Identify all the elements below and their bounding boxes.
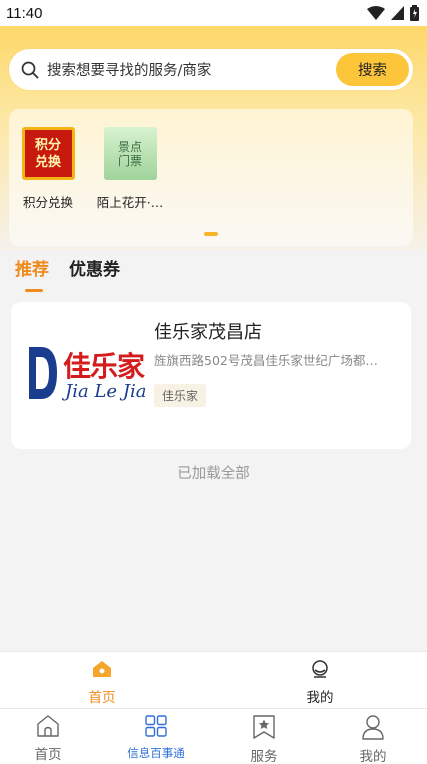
logo-text-en: Jia Le Jia — [65, 381, 145, 402]
wifi-icon — [367, 6, 385, 20]
nav2-home[interactable]: 首页 — [3, 714, 93, 763]
nav-profile[interactable]: 我的 — [280, 660, 360, 706]
nav2-info-label: 信息百事通 — [127, 746, 185, 760]
logo-text-cn: 佳乐家 — [63, 350, 145, 383]
tab-recommend[interactable]: 推荐 — [15, 255, 49, 280]
grid-icon — [145, 715, 167, 737]
nav-home[interactable]: 首页 — [62, 660, 142, 706]
search-input[interactable]: 搜索想要寻找的服务/商家 — [47, 59, 336, 80]
active-tab-indicator — [25, 289, 43, 292]
category-label: 积分兑换 — [22, 195, 73, 210]
category-item-scenic-ticket[interactable]: 景点门票 陌上花开·… — [91, 127, 169, 211]
category-label: 陌上花开·… — [96, 195, 164, 210]
points-exchange-icon: 积分兑换 — [21, 127, 75, 180]
nav2-profile[interactable]: 我的 — [328, 714, 418, 764]
merchant-tag: 佳乐家 — [154, 384, 207, 407]
search-button[interactable]: 搜索 — [336, 53, 409, 86]
bottom-nav-primary: 首页 我的 — [0, 651, 427, 708]
nav2-service-label: 服务 — [250, 749, 278, 764]
nav2-home-label: 首页 — [34, 747, 62, 763]
user-icon — [362, 715, 384, 740]
merchant-card[interactable]: 佳乐家 Jia Le Jia 佳乐家茂昌店 旌旗西路502号茂昌佳乐家世纪广场都… — [11, 302, 411, 449]
nav2-service[interactable]: 服务 — [219, 714, 309, 764]
home-outline-icon — [37, 715, 59, 737]
profile-icon — [312, 660, 328, 678]
category-card: 积分兑换 积分兑换 景点门票 陌上花开·… — [9, 109, 413, 246]
list-end-text: 已加载全部 — [177, 466, 250, 482]
nav2-profile-label: 我的 — [359, 749, 387, 764]
scenic-ticket-thumb-text: 景点门票 — [117, 139, 142, 168]
points-exchange-thumb-text: 积分兑换 — [34, 137, 61, 170]
merchant-name: 佳乐家茂昌店 — [154, 322, 262, 343]
tab-coupons[interactable]: 优惠券 — [69, 255, 120, 280]
merchant-logo: 佳乐家 Jia Le Jia — [27, 343, 145, 405]
content-tabs: 推荐 优惠券 — [15, 255, 120, 292]
home-icon — [93, 661, 111, 677]
signal-icon — [391, 6, 404, 20]
status-icons — [367, 5, 419, 21]
service-star-icon — [253, 715, 275, 739]
merchant-address: 旌旗西路502号茂昌佳乐家世纪广场都… — [154, 353, 378, 368]
status-time: 11:40 — [6, 4, 43, 22]
bottom-nav-secondary: 首页 信息百事通 服务 我的 — [0, 708, 427, 764]
status-bar: 11:40 — [0, 0, 427, 26]
scenic-ticket-icon: 景点门票 — [103, 127, 157, 180]
battery-icon — [410, 5, 419, 21]
search-icon — [21, 61, 39, 78]
nav-profile-label: 我的 — [306, 690, 334, 706]
category-item-points-exchange[interactable]: 积分兑换 积分兑换 — [9, 127, 87, 211]
search-bar[interactable]: 搜索想要寻找的服务/商家 搜索 — [9, 49, 413, 90]
nav2-info[interactable]: 信息百事通 — [111, 714, 201, 761]
nav-home-label: 首页 — [88, 690, 116, 706]
carousel-indicator — [204, 232, 218, 236]
